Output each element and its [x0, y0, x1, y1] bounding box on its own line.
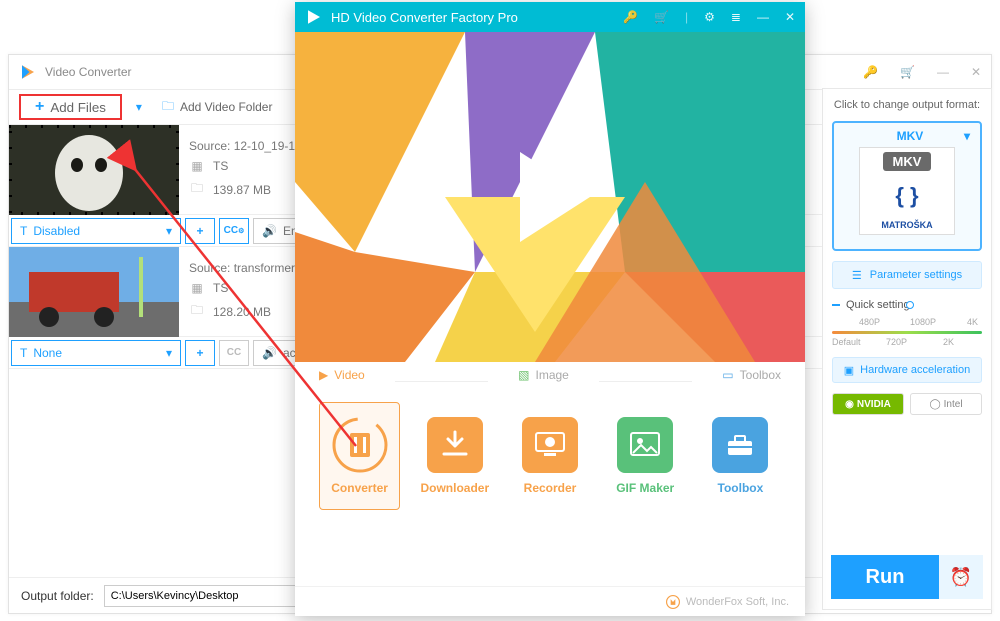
chevron-down-icon: ▾	[166, 346, 172, 360]
size-value: 139.87 MB	[213, 183, 271, 197]
tick-2k: 2K	[943, 337, 954, 347]
schedule-button[interactable]: ⏰	[939, 555, 983, 599]
chevron-down-icon: ▾	[964, 129, 970, 143]
list-icon[interactable]: ≣	[731, 10, 741, 24]
chevron-down-icon: ▾	[166, 224, 172, 238]
gear-icon[interactable]: ⚙	[704, 10, 715, 24]
subtitle-value: Disabled	[33, 224, 80, 238]
category-tabs: ▶Video ▧Image ▭Toolbox	[295, 362, 805, 388]
matroska-braces-icon: { }	[895, 183, 918, 209]
tile-recorder[interactable]: Recorder	[509, 402, 590, 510]
tick-1080p: 1080P	[910, 317, 936, 327]
tick-480p: 480P	[859, 317, 880, 327]
cart-icon[interactable]: 🛒	[654, 10, 669, 24]
add-files-button[interactable]: + Add Files	[19, 94, 122, 120]
plus-icon: +	[35, 99, 44, 115]
add-files-label: Add Files	[50, 100, 106, 115]
hardware-acceleration-button[interactable]: ▣ Hardware acceleration	[832, 357, 982, 383]
video-thumbnail[interactable]	[9, 125, 179, 215]
format-icon: ▦	[189, 159, 205, 173]
minimize-icon[interactable]: —	[937, 65, 949, 79]
format-value: TS	[213, 159, 228, 173]
cc-button[interactable]: CC⚙	[219, 218, 249, 244]
close-icon[interactable]: ✕	[785, 10, 795, 24]
toolbox-icon: ▭	[722, 368, 733, 382]
quick-setting: Quick setting 480P 1080P 4K Default 720P…	[832, 299, 982, 347]
add-folder-label: Add Video Folder	[180, 100, 273, 114]
chip-icon: ▣	[844, 364, 854, 377]
tick-default: Default	[832, 337, 861, 347]
tile-converter[interactable]: Converter	[319, 402, 400, 510]
output-panel-title: Click to change output format:	[834, 99, 980, 111]
format-short: MKV	[897, 129, 924, 143]
tick-720p: 720P	[886, 337, 907, 347]
app-logo-icon	[19, 63, 37, 81]
source-label: Source: transformers_	[189, 261, 308, 275]
hero-art	[295, 32, 805, 362]
cart-icon[interactable]: 🛒	[900, 65, 915, 79]
subtitle-dropdown[interactable]: T Disabled ▾	[11, 218, 181, 244]
tile-downloader[interactable]: Downloader	[414, 402, 495, 510]
folder-icon: 🗀	[162, 97, 174, 118]
footer-text: WonderFox Soft, Inc.	[686, 596, 789, 608]
source-label: Source: 12-10_19-18-5	[189, 139, 312, 153]
output-label: Output folder:	[21, 589, 94, 603]
add-subtitle-button[interactable]: +	[185, 218, 215, 244]
run-button[interactable]: Run	[831, 555, 939, 599]
front-title: HD Video Converter Factory Pro	[331, 10, 518, 25]
tab-image[interactable]: ▧Image	[518, 368, 569, 388]
image-icon: ▧	[518, 368, 529, 382]
speaker-icon: 🔊	[262, 224, 277, 238]
video-icon: ▶	[319, 368, 328, 382]
intel-badge[interactable]: ◯Intel	[910, 393, 982, 415]
subtitle-dropdown[interactable]: T None ▾	[11, 340, 181, 366]
front-footer: WonderFox Soft, Inc.	[295, 586, 805, 616]
tool-grid: Converter Downloader Recorder GIF Maker	[295, 388, 805, 586]
format-card: MKV { } MATROŠKA	[859, 147, 955, 235]
tab-toolbox[interactable]: ▭Toolbox	[722, 368, 781, 388]
add-subtitle-button[interactable]: +	[185, 340, 215, 366]
key-icon[interactable]: 🔑	[623, 10, 638, 24]
cc-button: CC	[219, 340, 249, 366]
tab-video[interactable]: ▶Video	[319, 368, 365, 388]
close-icon[interactable]: ✕	[971, 65, 981, 79]
param-label: Parameter settings	[870, 269, 962, 281]
size-icon: 🗀	[189, 301, 205, 322]
subtitle-t-icon: T	[20, 224, 27, 238]
front-titlebar: HD Video Converter Factory Pro 🔑 🛒 | ⚙ ≣…	[295, 2, 805, 32]
tick-4k: 4K	[967, 317, 978, 327]
sliders-icon: ☰	[852, 269, 862, 282]
hd-vcf-pro-window: HD Video Converter Factory Pro 🔑 🛒 | ⚙ ≣…	[295, 2, 805, 616]
video-thumbnail[interactable]	[9, 247, 179, 337]
tile-toolbox[interactable]: Toolbox	[700, 402, 781, 510]
nvidia-badge[interactable]: ◉NVIDIA	[832, 393, 904, 415]
subtitle-t-icon: T	[20, 346, 27, 360]
tile-gif-maker[interactable]: GIF Maker	[605, 402, 686, 510]
window-title: Video Converter	[45, 65, 132, 79]
key-icon[interactable]: 🔑	[863, 65, 878, 79]
speaker-icon: 🔊	[262, 346, 277, 360]
output-panel: Click to change output format: MKV ▾ MKV…	[822, 88, 992, 610]
subtitle-value: None	[33, 346, 62, 360]
wonderfox-logo-icon	[666, 595, 680, 609]
size-icon: 🗀	[189, 179, 205, 200]
format-icon: ▦	[189, 281, 205, 295]
hw-label: Hardware acceleration	[860, 364, 970, 376]
format-chip: MKV	[883, 152, 932, 171]
format-brand: MATROŠKA	[881, 220, 932, 230]
minimize-icon[interactable]: —	[757, 10, 769, 24]
format-value: TS	[213, 281, 228, 295]
size-value: 128.20 MB	[213, 305, 271, 319]
front-logo-icon	[305, 8, 323, 26]
quick-setting-label: Quick setting	[832, 299, 982, 311]
add-folder-button[interactable]: 🗀 Add Video Folder	[150, 94, 285, 120]
parameter-settings-button[interactable]: ☰ Parameter settings	[832, 261, 982, 289]
add-files-dropdown-icon[interactable]: ▾	[128, 100, 150, 114]
quick-setting-slider[interactable]: 480P 1080P 4K Default 720P 2K	[832, 317, 982, 347]
output-format-button[interactable]: MKV ▾ MKV { } MATROŠKA	[832, 121, 982, 251]
